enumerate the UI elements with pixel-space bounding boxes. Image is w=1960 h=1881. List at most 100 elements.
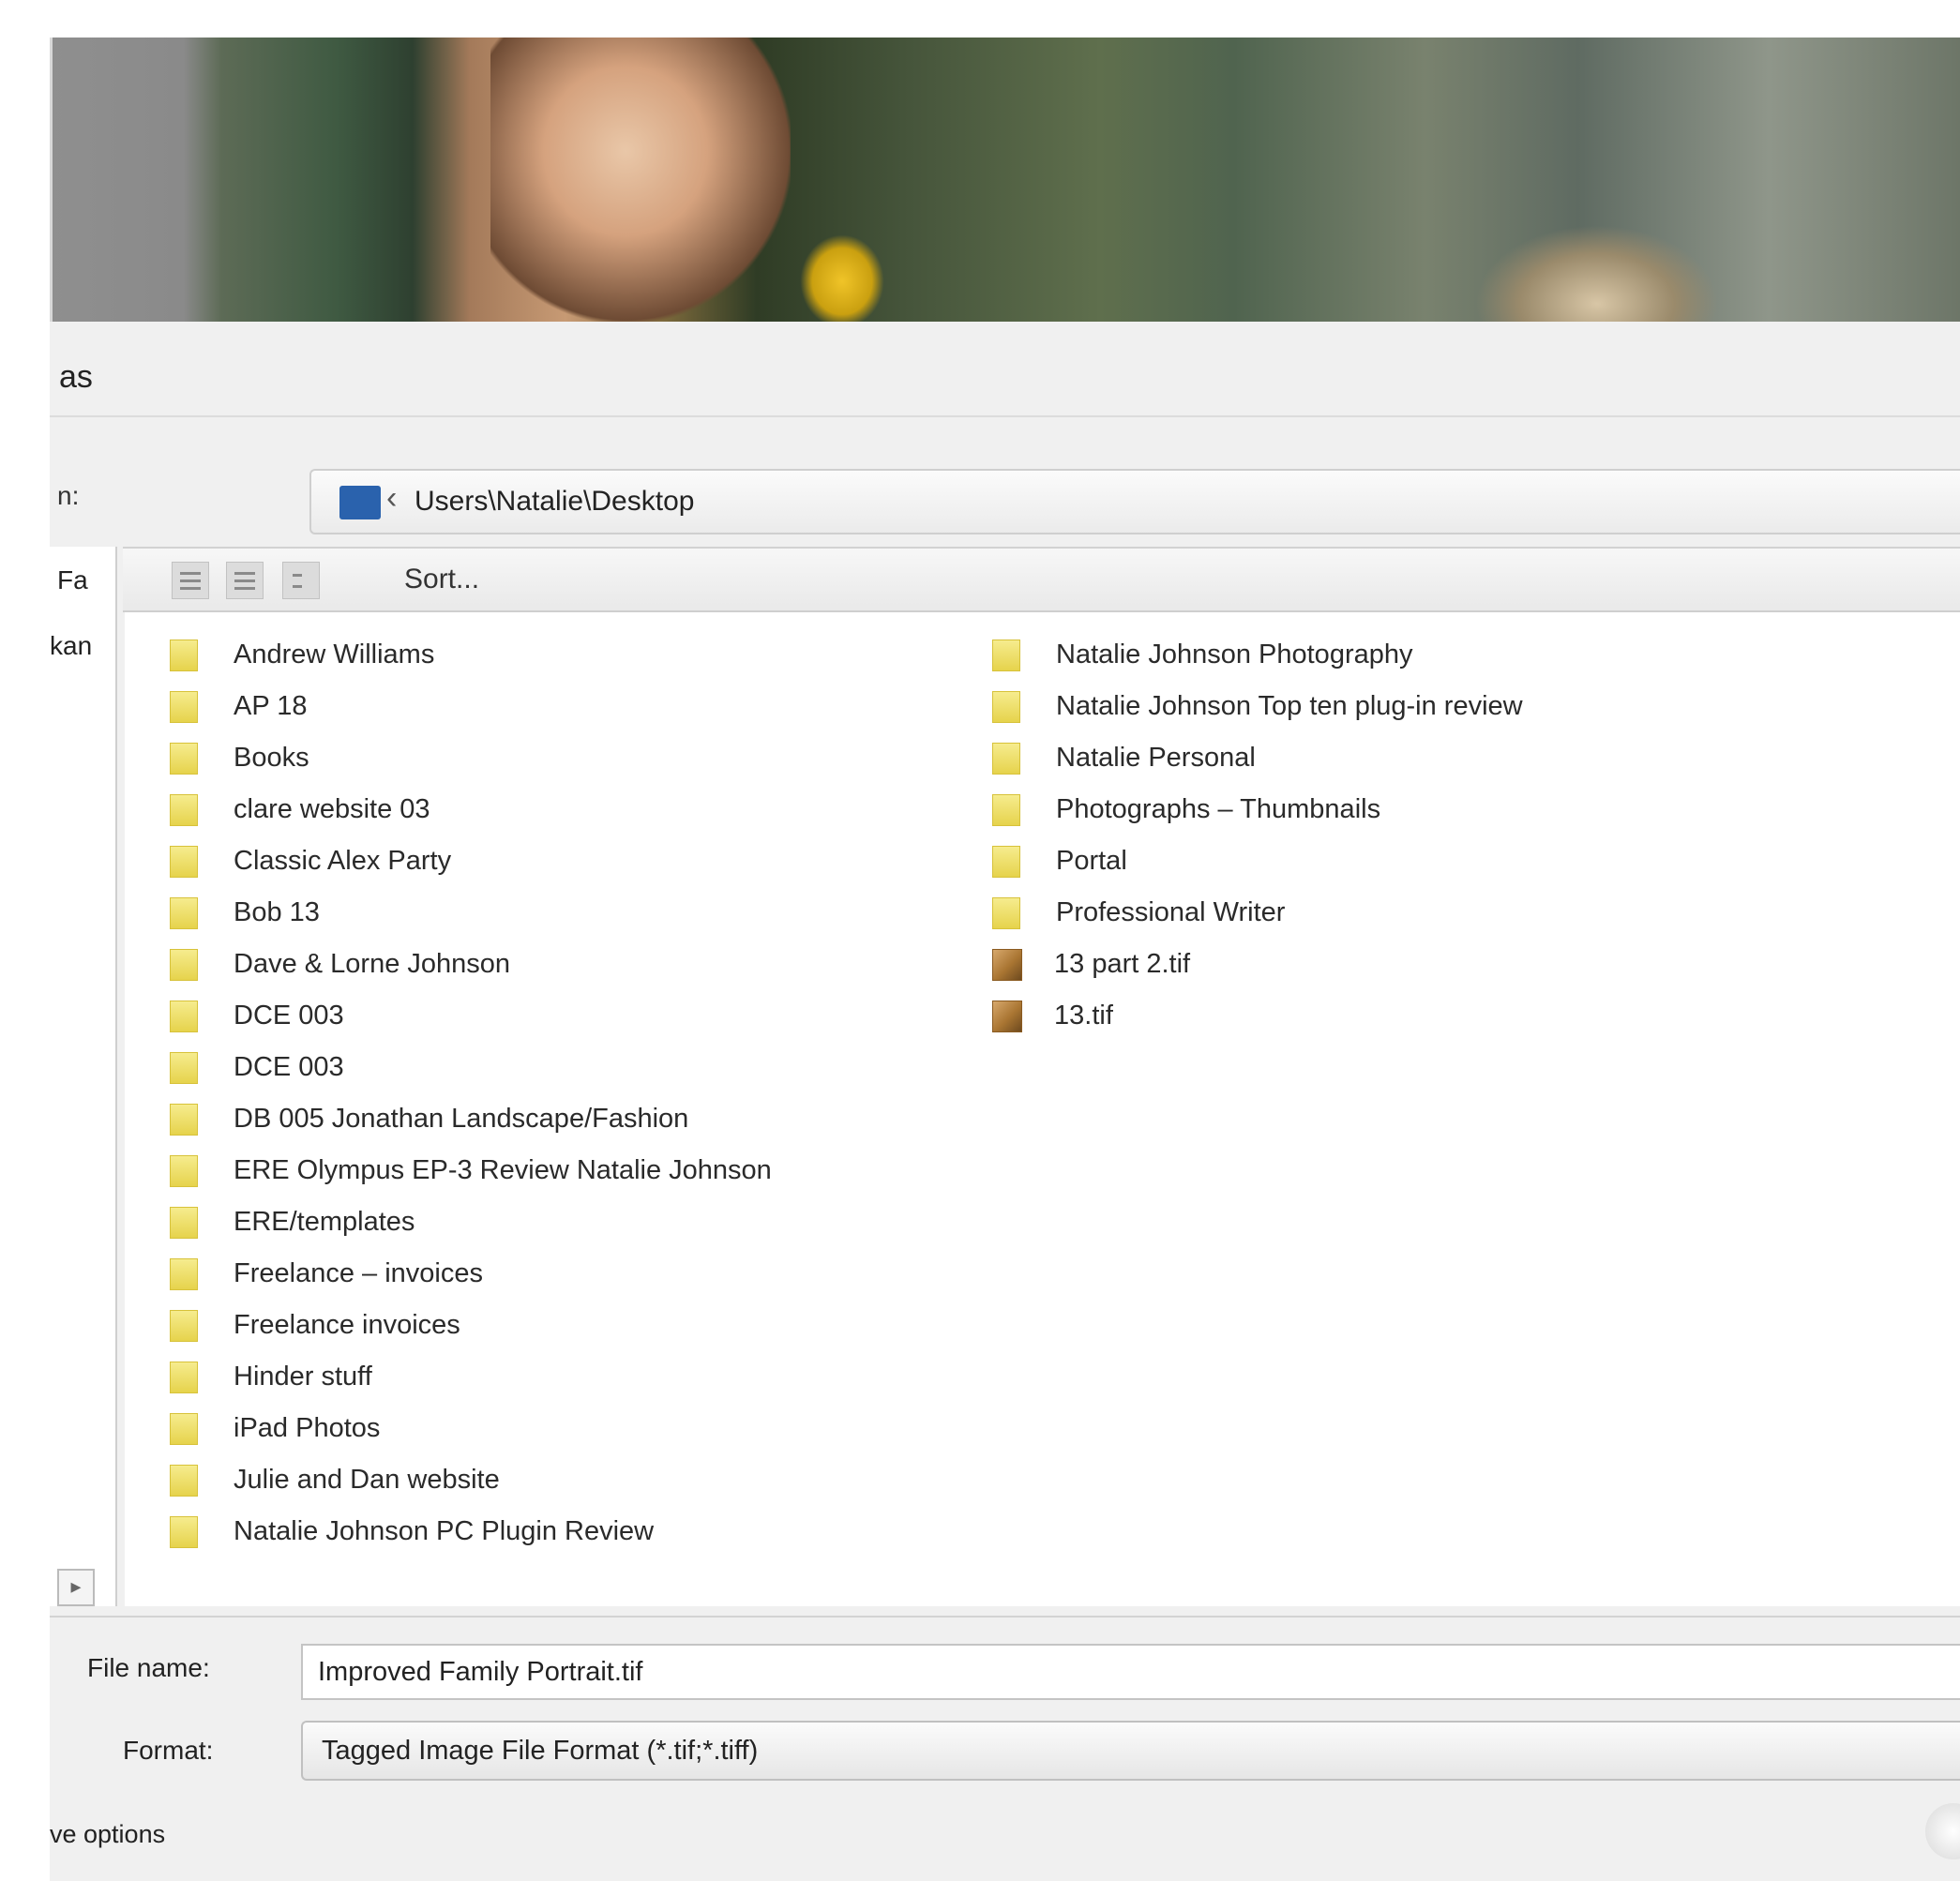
file-name-value: Improved Family Portrait.tif	[318, 1657, 643, 1687]
folder-icon	[992, 845, 1020, 878]
folder-icon	[170, 1309, 198, 1342]
item-label: Natalie Personal	[1056, 743, 1256, 773]
folder-icon	[992, 896, 1020, 929]
folder-item[interactable]: Professional Writer	[992, 887, 1523, 939]
folder-item[interactable]: Andrew Williams	[170, 629, 772, 681]
file-name-label: File name:	[87, 1653, 210, 1682]
item-label: 13.tif	[1054, 1001, 1113, 1031]
folder-item[interactable]: Freelance invoices	[170, 1300, 772, 1351]
file-list-column-left: Andrew Williams AP 18 Books clare website 0…	[170, 629, 772, 1557]
folder-item[interactable]: Hinder stuff	[170, 1351, 772, 1403]
folder-icon	[170, 1154, 198, 1187]
item-label: clare website 03	[234, 794, 430, 824]
item-label: Natalie Johnson Photography	[1056, 640, 1413, 670]
item-label: Julie and Dan website	[234, 1465, 500, 1495]
folder-icon	[170, 1000, 198, 1032]
folder-icon	[170, 1051, 198, 1084]
format-label: Format:	[123, 1736, 214, 1765]
navigation-pane: Fa kan	[50, 547, 117, 1606]
folder-item[interactable]: Books	[170, 732, 772, 784]
folder-icon	[170, 1412, 198, 1445]
item-label: Freelance – invoices	[234, 1258, 483, 1288]
nav-item-computer[interactable]: kan	[50, 631, 92, 661]
nav-item-favorites[interactable]: Fa	[57, 565, 88, 595]
file-name-input[interactable]: Improved Family Portrait.tif	[301, 1644, 1960, 1700]
folder-icon	[170, 1464, 198, 1497]
view-icons-icon[interactable]	[282, 562, 320, 599]
folder-item[interactable]: ERE Olympus EP-3 Review Natalie Johnson	[170, 1145, 772, 1196]
item-label: AP 18	[234, 691, 308, 721]
folder-item[interactable]: iPad Photos	[170, 1403, 772, 1454]
file-item[interactable]: 13 part 2.tif	[992, 939, 1523, 990]
folder-icon	[170, 690, 198, 723]
folder-item[interactable]: DB 005 Jonathan Landscape/Fashion	[170, 1093, 772, 1145]
background-photo	[50, 38, 1960, 322]
folder-item[interactable]: Natalie Johnson Top ten plug-in review	[992, 681, 1523, 732]
folder-item[interactable]: Natalie Johnson Photography	[992, 629, 1523, 681]
folder-item[interactable]: Portal	[992, 835, 1523, 887]
item-label: iPad Photos	[234, 1413, 381, 1443]
folder-icon	[170, 1361, 198, 1393]
folder-icon	[170, 896, 198, 929]
folder-icon	[170, 1103, 198, 1136]
item-label: Hinder stuff	[234, 1362, 372, 1392]
file-list-column-right: Natalie Johnson Photography Natalie Johns…	[992, 629, 1523, 1042]
folder-item[interactable]: clare website 03	[170, 784, 772, 835]
folder-item[interactable]: Julie and Dan website	[170, 1454, 772, 1506]
folder-icon	[170, 1257, 198, 1290]
image-file-icon	[992, 948, 1022, 981]
photo-person-face	[490, 38, 791, 322]
item-label: 13 part 2.tif	[1054, 949, 1191, 979]
folder-item[interactable]: Classic Alex Party	[170, 835, 772, 887]
folder-icon	[170, 639, 198, 671]
item-label: DB 005 Jonathan Landscape/Fashion	[234, 1104, 689, 1134]
save-as-dialog: as n: ‹ Users\Natalie\Desktop Fa kan ▸ S…	[50, 322, 1960, 1881]
folder-icon	[170, 948, 198, 981]
folder-item[interactable]: ERE/templates	[170, 1196, 772, 1248]
folder-item[interactable]: AP 18	[170, 681, 772, 732]
item-label: ERE/templates	[234, 1207, 415, 1237]
file-list: Andrew Williams AP 18 Books clare website 0…	[125, 612, 1960, 1606]
photo-yellow-object	[800, 234, 884, 322]
folder-item[interactable]: Photographs – Thumbnails	[992, 784, 1523, 835]
save-in-label: n:	[57, 481, 80, 510]
file-item[interactable]: 13.tif	[992, 990, 1523, 1042]
item-label: Professional Writer	[1056, 897, 1286, 927]
format-select[interactable]: Tagged Image File Format (*.tif;*.tiff)	[301, 1721, 1960, 1781]
folder-location-icon	[339, 486, 381, 519]
item-label: DCE 003	[234, 1001, 344, 1031]
item-label: DCE 003	[234, 1052, 344, 1082]
item-label: Classic Alex Party	[234, 846, 452, 876]
file-toolbar: Sort...	[123, 547, 1960, 612]
item-label: Freelance invoices	[234, 1310, 460, 1340]
item-label: Books	[234, 743, 309, 773]
chevron-left-icon[interactable]: ‹	[386, 480, 397, 517]
folder-item[interactable]: Freelance – invoices	[170, 1248, 772, 1300]
folder-icon	[170, 742, 198, 775]
folder-item[interactable]: Dave & Lorne Johnson	[170, 939, 772, 990]
folder-icon	[170, 845, 198, 878]
folder-item[interactable]: Natalie Johnson PC Plugin Review	[170, 1506, 772, 1557]
photo-dog	[1475, 225, 1719, 322]
item-label: Natalie Johnson PC Plugin Review	[234, 1516, 655, 1546]
item-label: Dave & Lorne Johnson	[234, 949, 511, 979]
sort-button[interactable]: Sort...	[404, 564, 479, 595]
folder-item[interactable]: DCE 003	[170, 990, 772, 1042]
format-value: Tagged Image File Format (*.tif;*.tiff)	[322, 1736, 759, 1766]
folder-item[interactable]: Natalie Personal	[992, 732, 1523, 784]
item-label: Bob 13	[234, 897, 320, 927]
title-separator	[50, 415, 1960, 417]
item-label: Andrew Williams	[234, 640, 435, 670]
save-options-label[interactable]: ve options	[50, 1820, 165, 1849]
folder-item[interactable]: Bob 13	[170, 887, 772, 939]
folder-item[interactable]: DCE 003	[170, 1042, 772, 1093]
folder-icon	[992, 793, 1020, 826]
item-label: ERE Olympus EP-3 Review Natalie Johnson	[234, 1155, 772, 1185]
path-breadcrumb[interactable]: ‹ Users\Natalie\Desktop	[309, 469, 1960, 534]
view-details-icon[interactable]	[226, 562, 264, 599]
nav-scroll-button[interactable]: ▸	[57, 1569, 95, 1606]
dialog-corner-button[interactable]	[1925, 1803, 1960, 1859]
folder-icon	[992, 690, 1020, 723]
view-list-icon[interactable]	[172, 562, 209, 599]
folder-icon	[170, 1515, 198, 1548]
